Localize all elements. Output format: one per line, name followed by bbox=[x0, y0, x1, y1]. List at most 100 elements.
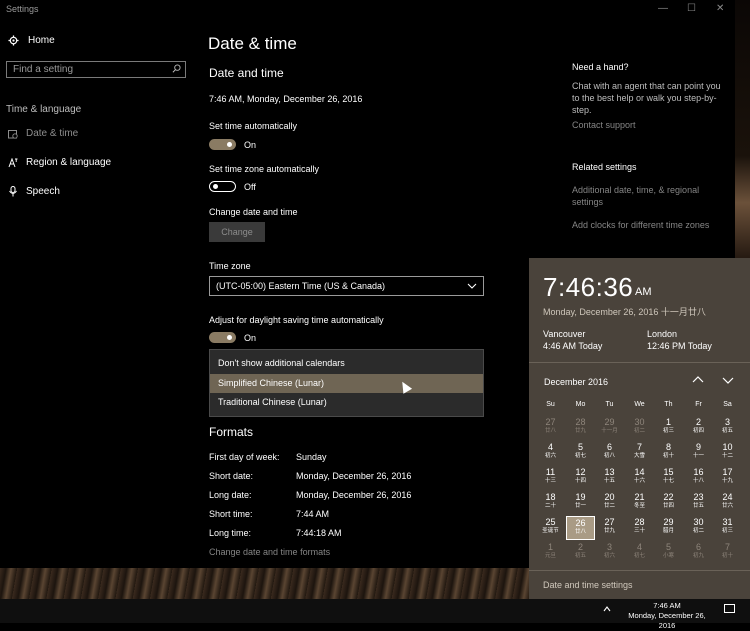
calendar-day[interactable]: 2 初五 bbox=[566, 541, 595, 565]
lunar-date: 十七 bbox=[662, 478, 674, 484]
calendar-day[interactable]: 7 大雪 bbox=[625, 441, 654, 465]
calendar-day[interactable]: 5 初七 bbox=[566, 441, 595, 465]
search-input[interactable]: Find a setting bbox=[6, 61, 186, 78]
day-number: 19 bbox=[575, 492, 586, 502]
calendar-day[interactable]: 18 二十 bbox=[536, 491, 565, 515]
day-number: 18 bbox=[545, 492, 556, 502]
calendar-day[interactable]: 30 初二 bbox=[625, 416, 654, 440]
calendar-day[interactable]: 31 初三 bbox=[713, 516, 742, 540]
calendar-day[interactable]: 29 腊月 bbox=[654, 516, 683, 540]
calendar-day[interactable]: 12 十四 bbox=[566, 466, 595, 490]
chevron-down-icon[interactable] bbox=[722, 373, 734, 387]
sidebar-item-region-language[interactable]: Region & language bbox=[8, 157, 111, 168]
calendar-day[interactable]: 20 廿二 bbox=[595, 491, 624, 515]
calendar-day[interactable]: 17 十九 bbox=[713, 466, 742, 490]
timezone-value: (UTC-05:00) Eastern Time (US & Canada) bbox=[216, 281, 386, 291]
chevron-up-icon[interactable] bbox=[692, 373, 704, 387]
calendar-day[interactable]: 19 廿一 bbox=[566, 491, 595, 515]
change-formats-link[interactable]: Change date and time formats bbox=[209, 547, 330, 557]
calendar-day[interactable]: 6 初八 bbox=[595, 441, 624, 465]
calendar-day[interactable]: 14 十六 bbox=[625, 466, 654, 490]
calendar-day[interactable]: 6 初九 bbox=[684, 541, 713, 565]
calendar-day[interactable]: 23 廿五 bbox=[684, 491, 713, 515]
lunar-date: 廿八 bbox=[574, 529, 586, 535]
calendar-day[interactable]: 28 廿九 bbox=[566, 416, 595, 440]
set-tz-auto-toggle[interactable] bbox=[209, 181, 236, 192]
minimize-button[interactable]: — bbox=[658, 3, 668, 14]
calendar-day[interactable]: 11 十三 bbox=[536, 466, 565, 490]
day-number: 12 bbox=[575, 467, 586, 477]
dst-toggle[interactable] bbox=[209, 332, 236, 343]
calendar-day[interactable]: 27 廿九 bbox=[595, 516, 624, 540]
calendar-day-today[interactable]: 26 廿八 bbox=[566, 516, 595, 540]
lunar-date: 二十 bbox=[544, 503, 556, 509]
dst-label: Adjust for daylight saving time automati… bbox=[209, 315, 384, 325]
sidebar-item-label: Date & time bbox=[26, 128, 79, 139]
contact-support-link[interactable]: Contact support bbox=[572, 120, 636, 130]
maximize-button[interactable]: ☐ bbox=[687, 3, 696, 14]
chevron-up-icon[interactable] bbox=[603, 604, 611, 614]
calendar-month[interactable]: December 2016 bbox=[544, 377, 608, 387]
calendar-day[interactable]: 22 廿四 bbox=[654, 491, 683, 515]
set-time-auto-toggle[interactable] bbox=[209, 139, 236, 150]
calendar-day[interactable]: 3 初六 bbox=[595, 541, 624, 565]
calendar-day[interactable]: 24 廿六 bbox=[713, 491, 742, 515]
day-number: 16 bbox=[693, 467, 704, 477]
weekday-label: Fr bbox=[695, 401, 702, 408]
close-button[interactable]: ✕ bbox=[716, 3, 724, 14]
day-number: 4 bbox=[547, 442, 553, 452]
timezone-select[interactable]: (UTC-05:00) Eastern Time (US & Canada) bbox=[209, 276, 484, 296]
lunar-date: 冬至 bbox=[633, 503, 645, 509]
lunar-date: 初二 bbox=[692, 528, 704, 534]
calendar-day[interactable]: 25 圣诞节 bbox=[536, 516, 565, 540]
day-number: 25 bbox=[545, 517, 556, 527]
chevron-down-icon bbox=[467, 283, 477, 289]
change-button[interactable]: Change bbox=[209, 222, 265, 242]
calendar-day[interactable]: 2 初四 bbox=[684, 416, 713, 440]
day-number: 22 bbox=[663, 492, 674, 502]
day-number: 3 bbox=[606, 542, 612, 552]
calendar-day[interactable]: 21 冬至 bbox=[625, 491, 654, 515]
calendar-day[interactable]: 28 三十 bbox=[625, 516, 654, 540]
calendar-day[interactable]: 5 小寒 bbox=[654, 541, 683, 565]
nav-home[interactable]: Home bbox=[8, 35, 55, 46]
day-number: 8 bbox=[665, 442, 671, 452]
calendar-day[interactable]: 7 初十 bbox=[713, 541, 742, 565]
day-number: 21 bbox=[634, 492, 645, 502]
calendar-day[interactable]: 9 十一 bbox=[684, 441, 713, 465]
regional-settings-link[interactable]: Additional date, time, & regional settin… bbox=[572, 184, 722, 208]
additional-calendars-dropdown[interactable]: Don't show additional calendars Simplifi… bbox=[209, 349, 484, 417]
dropdown-option-selected[interactable]: Simplified Chinese (Lunar) bbox=[210, 374, 483, 393]
add-clocks-link[interactable]: Add clocks for different time zones bbox=[572, 220, 709, 230]
notification-icon[interactable] bbox=[724, 604, 735, 613]
day-number: 28 bbox=[634, 517, 645, 527]
day-number: 14 bbox=[634, 467, 645, 477]
sidebar-item-date-time[interactable]: Date & time bbox=[8, 128, 78, 139]
day-number: 23 bbox=[693, 492, 704, 502]
calendar-day[interactable]: 3 初五 bbox=[713, 416, 742, 440]
date-time-settings-link[interactable]: Date and time settings bbox=[543, 580, 633, 590]
clock-time: 4:46 AM Today bbox=[543, 341, 603, 351]
calendar-day[interactable]: 1 初三 bbox=[654, 416, 683, 440]
calendar-day[interactable]: 29 十一月 bbox=[595, 416, 624, 440]
calendar-day[interactable]: 8 初十 bbox=[654, 441, 683, 465]
lunar-date: 初七 bbox=[574, 453, 586, 459]
calendar-day[interactable]: 13 十五 bbox=[595, 466, 624, 490]
calendar-day[interactable]: 1 元旦 bbox=[536, 541, 565, 565]
calendar-day[interactable]: 4 初六 bbox=[536, 441, 565, 465]
dropdown-option[interactable]: Traditional Chinese (Lunar) bbox=[210, 393, 483, 412]
calendar-day[interactable]: 27 廿八 bbox=[536, 416, 565, 440]
calendar-day[interactable]: 16 十八 bbox=[684, 466, 713, 490]
calendar-day[interactable]: 10 十二 bbox=[713, 441, 742, 465]
format-key: Short time: bbox=[209, 509, 253, 519]
day-number: 24 bbox=[722, 492, 733, 502]
sidebar-item-speech[interactable]: Speech bbox=[8, 186, 60, 197]
section-heading: Date and time bbox=[209, 66, 284, 80]
calendar-day[interactable]: 30 初二 bbox=[684, 516, 713, 540]
taskbar-clock[interactable]: 7:46 AM Monday, December 26, 2016 bbox=[621, 601, 713, 631]
desktop-background-edge bbox=[735, 0, 750, 260]
dropdown-option[interactable]: Don't show additional calendars bbox=[210, 354, 483, 373]
lunar-date: 初八 bbox=[603, 453, 615, 459]
calendar-day[interactable]: 4 初七 bbox=[625, 541, 654, 565]
calendar-day[interactable]: 15 十七 bbox=[654, 466, 683, 490]
